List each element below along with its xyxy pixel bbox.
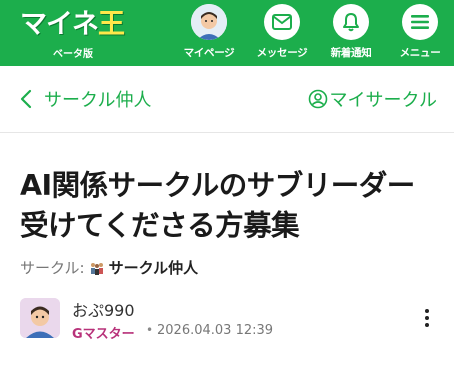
my-circle-link[interactable]: マイサークル — [308, 86, 437, 112]
sub-navigation-bar: サークル仲人 マイサークル — [0, 66, 454, 133]
avatar-icon — [191, 4, 227, 40]
nav-mypage-label: マイページ — [183, 47, 235, 59]
circle-name-link[interactable]: サークル仲人 — [109, 257, 199, 278]
menu-icon — [402, 4, 438, 40]
more-options-icon[interactable] — [420, 307, 434, 331]
circle-info: サークル: サークル仲人 — [20, 257, 198, 278]
separator-dot: • — [146, 323, 154, 337]
nav-mypage[interactable]: マイページ — [173, 4, 245, 60]
nav-message-label: メッセージ — [256, 47, 308, 59]
nav-notifications[interactable]: 新着通知 — [315, 4, 387, 60]
author-rank-badge: Gマスター — [72, 327, 135, 342]
back-link-label: サークル仲人 — [44, 90, 152, 111]
post-title: AI関係サークルのサブリーダー受けてくださる方募集 — [20, 169, 415, 242]
chevron-left-icon — [20, 89, 32, 109]
person-circle-icon — [308, 89, 327, 109]
author-name[interactable]: おぷ990 — [72, 297, 135, 321]
circle-key-label: サークル: — [20, 259, 85, 277]
nav-message[interactable]: メッセージ — [246, 4, 318, 60]
bell-icon — [333, 4, 369, 40]
nav-notifications-label: 新着通知 — [330, 47, 372, 59]
author-avatar[interactable] — [20, 298, 60, 338]
mail-icon — [264, 4, 300, 40]
beta-label: ベータ版 — [53, 49, 93, 60]
post-date: 2026.04.03 12:39 — [157, 323, 274, 338]
nav-menu-label: メニュー — [399, 47, 441, 59]
app-header: マイネ王 ベータ版 マイページ メッセージ 新着通知 メニュー — [0, 0, 454, 66]
back-to-circle-link[interactable]: サークル仲人 — [20, 86, 151, 112]
my-circle-label: マイサークル — [329, 90, 437, 111]
nav-menu[interactable]: メニュー — [384, 4, 454, 60]
group-icon — [89, 261, 105, 275]
mineo-logo[interactable]: マイネ王 ベータ版 — [20, 8, 130, 60]
logo-mark: マイネ王 — [20, 9, 125, 40]
